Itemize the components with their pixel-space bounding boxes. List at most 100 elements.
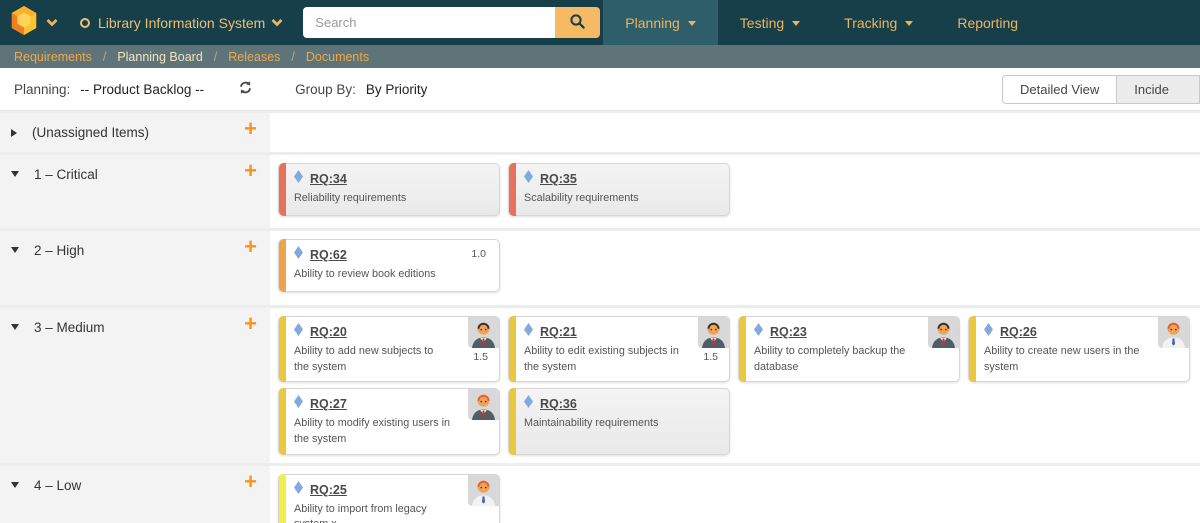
priority-color-bar [969,316,976,383]
requirement-card[interactable]: RQ:34 Reliability requirements [278,163,500,216]
project-switcher[interactable]: Library Information System [80,14,283,31]
top-navbar: Library Information System Planning Testi… [0,0,1200,45]
collapse-triangle-icon[interactable] [11,324,19,330]
hexagon-logo-icon [9,5,39,41]
breadcrumb-link-planning-board[interactable]: Planning Board [117,50,202,64]
priority-row-header: 4 – Low + [0,465,270,523]
nav-tab-planning[interactable]: Planning [603,0,718,45]
requirement-id-link[interactable]: RQ:20 [310,325,347,339]
priority-row: (Unassigned Items) + [0,111,1200,152]
requirement-card[interactable]: RQ:25 Ability to import from legacy syste… [278,473,500,523]
add-item-button[interactable]: + [244,236,257,258]
navbar-left: Library Information System [0,0,601,45]
requirement-diamond-icon [984,323,993,341]
requirement-card[interactable]: RQ:26 Ability to create new users in the … [968,316,1190,383]
nav-tab-tracking[interactable]: Tracking [822,0,935,45]
requirement-card[interactable]: RQ:62 Ability to review book editions 1.0 [278,239,500,292]
priority-color-bar [279,163,286,216]
assignee-avatar[interactable] [698,317,729,348]
requirement-id-link[interactable]: RQ:36 [540,397,577,411]
priority-row-header: 2 – High + [0,231,270,305]
main-menu: Planning Testing Tracking Reporting [603,0,1040,45]
breadcrumb-link-requirements[interactable]: Requirements [14,50,92,64]
collapse-triangle-icon[interactable] [11,247,19,253]
breadcrumb-separator: / [102,49,107,64]
requirement-diamond-icon [294,395,303,413]
assignee-avatar[interactable] [468,317,499,348]
priority-row-header: 1 – Critical + [0,155,270,228]
collapse-triangle-icon[interactable] [11,481,19,488]
search-form [303,7,601,38]
card-header: RQ:25 [294,480,491,499]
expand-triangle-icon[interactable] [11,129,17,137]
assignee-avatar[interactable] [928,317,959,348]
priority-row-cards [270,113,1200,152]
planning-release-dropdown[interactable]: -- Product Backlog -- [80,82,204,97]
assignee-avatar[interactable] [468,389,499,421]
requirement-card[interactable]: RQ:35 Scalability requirements [508,163,730,216]
card-header: RQ:21 [524,323,721,341]
chevron-down-icon [271,14,283,27]
priority-color-bar [509,316,516,383]
chevron-down-icon [687,21,696,26]
chevron-down-icon [905,21,914,26]
app-menu-button[interactable] [0,5,66,41]
refresh-button[interactable] [238,80,253,98]
refresh-icon [238,80,253,98]
requirement-id-link[interactable]: RQ:23 [770,325,807,339]
assignee-avatar[interactable] [1158,317,1189,348]
priority-group-label: 3 – Medium [34,320,105,335]
add-item-button[interactable]: + [244,470,257,493]
requirement-id-link[interactable]: RQ:35 [540,172,577,186]
add-item-button[interactable]: + [244,160,257,182]
release-version-badge: 1.0 [471,248,486,260]
requirement-card[interactable]: RQ:36 Maintainability requirements [508,388,730,455]
incidents-view-button[interactable]: Incide [1117,74,1200,104]
requirement-id-link[interactable]: RQ:21 [540,325,577,339]
requirement-card[interactable]: RQ:27 Ability to modify existing users in… [278,388,500,455]
detailed-view-button[interactable]: Detailed View [1002,74,1118,104]
nav-tab-reporting[interactable]: Reporting [935,0,1040,45]
priority-row: 2 – High + RQ:62 Ability to review book edi… [0,228,1200,305]
card-header: RQ:62 [294,246,491,264]
add-item-button[interactable]: + [244,118,257,140]
card-header: RQ:36 [524,395,721,413]
collapse-triangle-icon[interactable] [11,171,19,177]
requirement-title: Ability to add new subjects to the syste… [294,345,434,373]
breadcrumb: Requirements / Planning Board / Releases / Doc… [0,45,1200,68]
card-header: RQ:34 [294,170,491,188]
requirement-title: Reliability requirements [294,192,407,204]
add-item-button[interactable]: + [244,313,257,335]
project-name: Library Information System [98,14,266,31]
group-by-dropdown[interactable]: By Priority [366,82,428,97]
requirement-title: Scalability requirements [524,192,639,204]
requirement-title: Ability to create new users in the syste… [984,345,1140,373]
requirement-card[interactable]: RQ:21 Ability to edit existing subjects i… [508,316,730,383]
assignee-avatar[interactable] [468,474,499,506]
requirement-id-link[interactable]: RQ:62 [310,248,347,262]
nav-tab-label: Testing [739,14,785,31]
requirement-id-link[interactable]: RQ:26 [1000,325,1037,339]
priority-row: 3 – Medium + RQ:20 Ability to add new subje… [0,305,1200,463]
card-header: RQ:23 [754,323,951,341]
search-button[interactable] [555,7,601,38]
requirement-title: Ability to completely backup the databas… [754,345,906,373]
chevron-down-icon [792,21,801,26]
group-by-control: Group By: By Priority [295,82,427,97]
priority-color-bar [279,316,286,383]
breadcrumb-link-releases[interactable]: Releases [228,50,280,64]
nav-tab-testing[interactable]: Testing [718,0,822,45]
requirement-card[interactable]: RQ:20 Ability to add new subjects to the … [278,316,500,383]
card-header: RQ:27 [294,395,491,413]
requirement-card[interactable]: RQ:23 Ability to completely backup the da… [738,316,960,383]
requirement-id-link[interactable]: RQ:27 [310,397,347,411]
requirement-id-link[interactable]: RQ:25 [310,483,347,497]
card-header: RQ:26 [984,323,1181,341]
nav-tab-label: Tracking [844,14,898,31]
requirement-title: Ability to edit existing subjects in the… [524,345,679,373]
requirement-id-link[interactable]: RQ:34 [310,172,347,186]
breadcrumb-link-documents[interactable]: Documents [306,50,369,64]
priority-color-bar [279,239,286,292]
search-input[interactable] [303,7,556,38]
priority-group-label: 1 – Critical [34,167,98,182]
